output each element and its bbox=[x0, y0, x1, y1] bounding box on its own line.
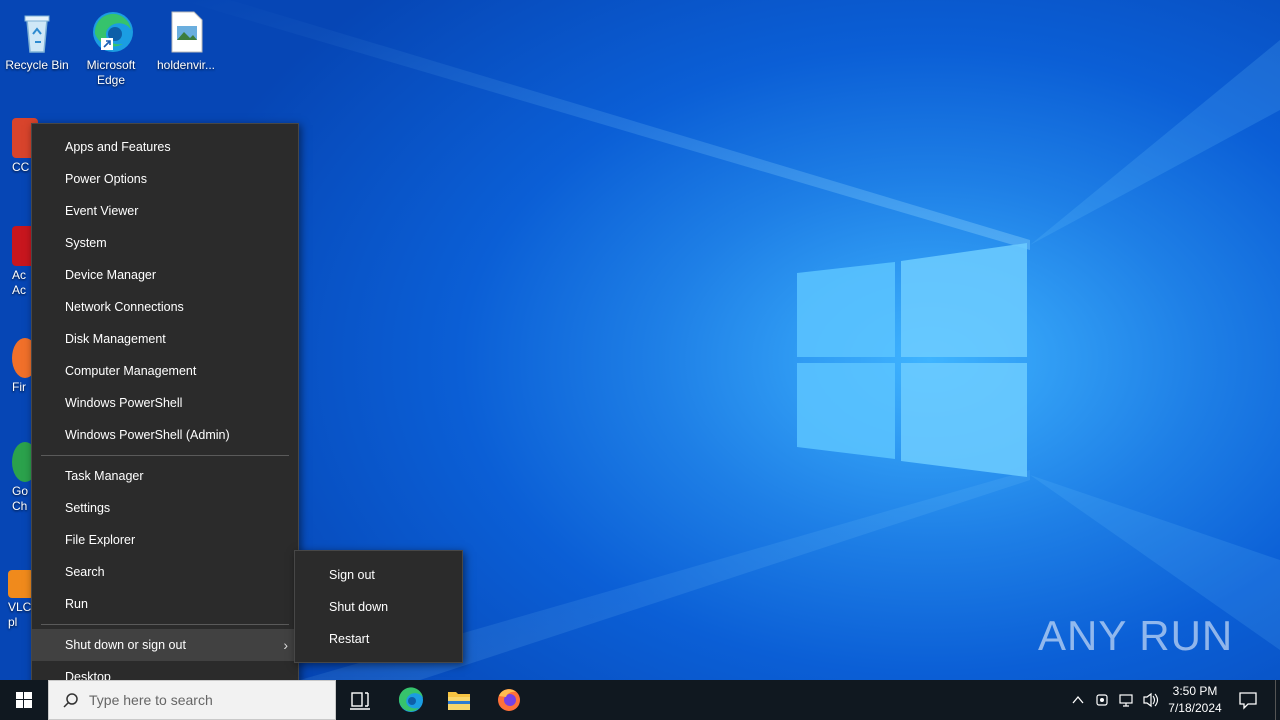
submenu-item-restart[interactable]: Restart bbox=[295, 623, 462, 655]
taskbar: Type here to search 3:50 PM 7/18/2024 bbox=[0, 680, 1280, 720]
taskbar-search-box[interactable]: Type here to search bbox=[48, 680, 336, 720]
menu-item-network-connections[interactable]: Network Connections bbox=[32, 291, 298, 323]
taskbar-edge-button[interactable] bbox=[387, 680, 435, 720]
menu-item-shut-down-or-sign-out[interactable]: Shut down or sign out › bbox=[32, 629, 298, 661]
menu-item-file-explorer[interactable]: File Explorer bbox=[32, 524, 298, 556]
menu-item-apps-and-features[interactable]: Apps and Features bbox=[32, 131, 298, 163]
edge-icon bbox=[398, 687, 423, 712]
shutdown-submenu: Sign out Shut down Restart bbox=[294, 550, 463, 663]
desktop-icon-recycle-bin[interactable]: Recycle Bin bbox=[0, 8, 74, 73]
firefox-icon bbox=[498, 689, 520, 711]
start-button[interactable] bbox=[0, 680, 48, 720]
submenu-item-shut-down[interactable]: Shut down bbox=[295, 591, 462, 623]
windows-logo-wallpaper bbox=[797, 243, 1027, 477]
anyrun-watermark: ANY RUN bbox=[1038, 612, 1233, 660]
taskbar-file-explorer-button[interactable] bbox=[435, 680, 483, 720]
search-icon bbox=[63, 693, 78, 708]
image-file-icon bbox=[162, 8, 210, 56]
menu-item-label: Shut down or sign out bbox=[65, 638, 186, 652]
menu-item-device-manager[interactable]: Device Manager bbox=[32, 259, 298, 291]
menu-item-search[interactable]: Search bbox=[32, 556, 298, 588]
desktop-icon-holdenvir[interactable]: holdenvir... bbox=[149, 8, 223, 73]
menu-separator bbox=[41, 455, 289, 456]
edge-icon bbox=[87, 8, 135, 56]
submenu-item-sign-out[interactable]: Sign out bbox=[295, 559, 462, 591]
show-desktop-button[interactable] bbox=[1275, 680, 1280, 720]
chevron-right-icon: › bbox=[283, 637, 288, 653]
watermark-text: ANY RUN bbox=[1038, 612, 1234, 659]
desktop-icon-microsoft-edge[interactable]: Microsoft Edge bbox=[74, 8, 148, 88]
folder-icon bbox=[448, 692, 470, 710]
desktop-icon-label: Ac Ac bbox=[12, 268, 27, 297]
clock-time: 3:50 PM bbox=[1172, 684, 1218, 698]
tray-volume-button[interactable] bbox=[1140, 680, 1162, 720]
desktop-icon-label: Go Ch bbox=[12, 484, 29, 513]
tray-network-button[interactable] bbox=[1115, 680, 1137, 720]
desktop-icon-label: VLC pl bbox=[8, 600, 32, 629]
clock-date: 7/18/2024 bbox=[1168, 701, 1222, 715]
notification-icon bbox=[1239, 692, 1257, 710]
menu-item-system[interactable]: System bbox=[32, 227, 298, 259]
menu-item-event-viewer[interactable]: Event Viewer bbox=[32, 195, 298, 227]
menu-item-computer-management[interactable]: Computer Management bbox=[32, 355, 298, 387]
menu-item-windows-powershell[interactable]: Windows PowerShell bbox=[32, 387, 298, 419]
windows-start-icon bbox=[16, 692, 32, 708]
search-placeholder: Type here to search bbox=[89, 692, 213, 708]
recycle-bin-icon bbox=[13, 8, 61, 56]
menu-item-power-options[interactable]: Power Options bbox=[32, 163, 298, 195]
desktop-icon-label: holdenvir... bbox=[156, 58, 216, 72]
meet-now-icon bbox=[1096, 694, 1108, 706]
menu-separator bbox=[41, 624, 289, 625]
menu-item-run[interactable]: Run bbox=[32, 588, 298, 620]
desktop-icon-label: Microsoft Edge bbox=[86, 58, 136, 87]
menu-item-windows-powershell-admin[interactable]: Windows PowerShell (Admin) bbox=[32, 419, 298, 451]
tray-chevron-button[interactable] bbox=[1068, 680, 1090, 720]
task-view-icon bbox=[350, 692, 370, 710]
taskbar-firefox-button[interactable] bbox=[485, 680, 533, 720]
task-view-button[interactable] bbox=[336, 680, 384, 720]
menu-item-task-manager[interactable]: Task Manager bbox=[32, 460, 298, 492]
taskbar-clock[interactable]: 3:50 PM 7/18/2024 bbox=[1160, 683, 1230, 717]
menu-item-settings[interactable]: Settings bbox=[32, 492, 298, 524]
desktop-icon-label: Recycle Bin bbox=[5, 58, 69, 72]
menu-item-disk-management[interactable]: Disk Management bbox=[32, 323, 298, 355]
power-user-menu: Apps and Features Power Options Event Vi… bbox=[31, 123, 299, 701]
action-center-button[interactable] bbox=[1228, 680, 1276, 720]
